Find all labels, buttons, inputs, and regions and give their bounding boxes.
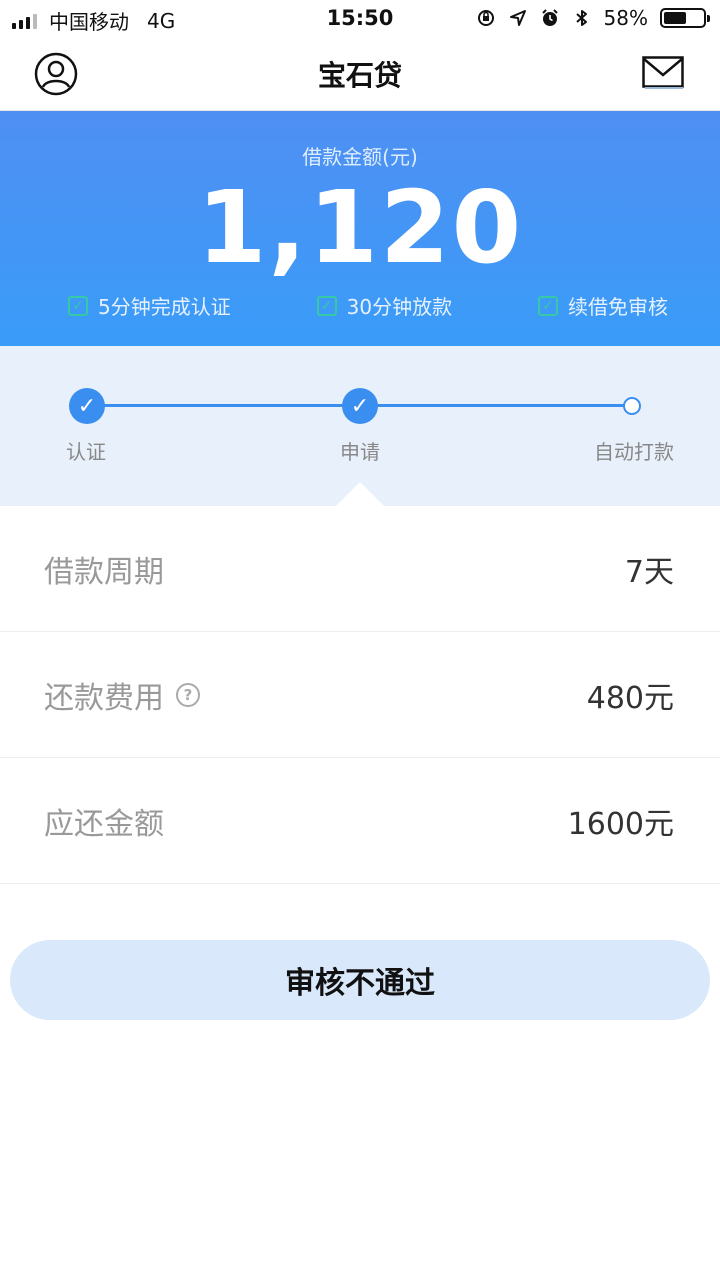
step-label-apply: 申请 bbox=[340, 440, 380, 464]
loan-amount: 1,120 bbox=[196, 169, 524, 286]
step-label-verify: 认证 bbox=[66, 440, 106, 464]
help-icon[interactable]: ? bbox=[176, 682, 200, 707]
detail-row-period: 借款周期 7天 bbox=[0, 506, 720, 632]
orientation-lock-icon bbox=[477, 10, 494, 26]
battery-icon bbox=[660, 8, 710, 28]
check-icon: ✓ bbox=[538, 295, 558, 316]
battery-level bbox=[664, 12, 687, 24]
feature-list: ✓ 5分钟完成认证 ✓ 30分钟放款 ✓ 续借免审核 bbox=[68, 291, 668, 320]
loan-hero: 借款金额(元) 1,120 ✓ 5分钟完成认证 ✓ 30分钟放款 ✓ 续借免审核 bbox=[0, 111, 720, 346]
user-avatar-icon[interactable] bbox=[34, 52, 78, 96]
step-pointer-notch bbox=[336, 482, 384, 506]
row-label: 还款费用 ? bbox=[44, 673, 200, 717]
feature-item: ✓ 30分钟放款 bbox=[316, 291, 453, 320]
step-label-payout: 自动打款 bbox=[594, 440, 674, 464]
detail-row-fee: 还款费用 ? 480元 bbox=[0, 632, 720, 758]
battery-percent: 58% bbox=[603, 6, 648, 30]
step-pending-circle-icon bbox=[623, 397, 641, 415]
check-icon: ✓ bbox=[316, 295, 337, 316]
feature-item: ✓ 5分钟完成认证 bbox=[68, 291, 231, 320]
location-icon bbox=[509, 10, 526, 26]
mail-icon[interactable] bbox=[642, 56, 684, 90]
loan-details: 借款周期 7天 还款费用 ? 480元 应还金额 1600元 bbox=[0, 506, 720, 884]
nav-bar: 宝石贷 bbox=[0, 38, 720, 111]
status-right: 58% bbox=[476, 6, 710, 30]
row-label: 应还金额 bbox=[44, 799, 164, 843]
row-label: 借款周期 bbox=[44, 547, 164, 591]
review-status-button[interactable]: 审核不通过 bbox=[10, 940, 710, 1020]
check-icon: ✓ bbox=[68, 295, 88, 316]
feature-label: 5分钟完成认证 bbox=[98, 295, 231, 319]
row-label-text: 应还金额 bbox=[44, 806, 164, 842]
step-done-check-icon: ✓ bbox=[69, 388, 105, 424]
feature-item: ✓ 续借免审核 bbox=[538, 291, 668, 320]
status-bar: 中国移动 4G 15:50 58% bbox=[0, 0, 720, 38]
page-title: 宝石贷 bbox=[317, 59, 402, 92]
feature-label: 30分钟放款 bbox=[346, 295, 453, 319]
bluetooth-icon bbox=[575, 10, 587, 26]
step-done-check-icon: ✓ bbox=[342, 388, 378, 424]
row-value: 480元 bbox=[586, 680, 674, 716]
row-value: 7天 bbox=[624, 554, 674, 590]
row-value: 1600元 bbox=[567, 806, 674, 842]
row-label-text: 借款周期 bbox=[44, 554, 164, 590]
feature-label: 续借免审核 bbox=[568, 295, 668, 319]
detail-row-due: 应还金额 1600元 bbox=[0, 758, 720, 884]
loan-amount-label: 借款金额(元) bbox=[302, 145, 418, 169]
alarm-icon bbox=[541, 9, 558, 26]
row-label-text: 还款费用 bbox=[44, 680, 164, 716]
